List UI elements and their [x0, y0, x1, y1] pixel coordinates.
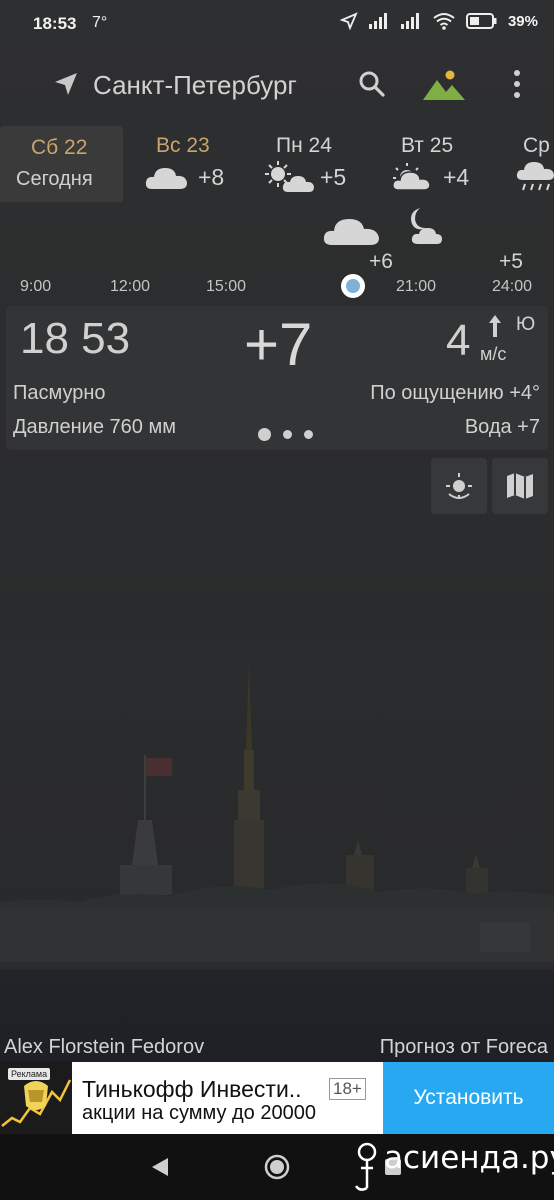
search-icon[interactable] — [356, 68, 388, 100]
day-name: Вс 23 — [156, 134, 210, 157]
signal-icon — [400, 13, 419, 29]
status-time: 18:53 — [33, 14, 77, 33]
current-temp: +7 — [244, 311, 313, 378]
hour-label: 24:00 — [492, 278, 533, 295]
install-button[interactable]: Установить — [383, 1062, 554, 1134]
ad-banner[interactable]: Реклама Тинькофф Инвести.. 18+ акции на … — [0, 1062, 554, 1134]
ad-label: Реклама — [8, 1068, 51, 1080]
day-today-label: Сегодня — [16, 168, 93, 190]
background-photo — [0, 640, 554, 1032]
hour-label: 21:00 — [396, 278, 437, 295]
back-icon[interactable] — [150, 1156, 170, 1178]
hour-label: 15:00 — [206, 278, 247, 295]
wind-direction: Ю — [516, 314, 536, 335]
day-name: Ср — [523, 134, 550, 157]
page-dot-active — [258, 428, 271, 441]
scenery-icon[interactable] — [421, 66, 467, 102]
day-temp: +8 — [198, 164, 225, 190]
day-name: Вт 25 — [401, 134, 454, 157]
forecast-source[interactable]: Прогноз от Foreca — [380, 1036, 548, 1059]
pressure: Давление 760 мм — [13, 416, 176, 438]
hour-temp: +5 — [499, 250, 523, 273]
day-tab[interactable]: Ср — [505, 126, 554, 202]
status-bar: 18:53 7° 39% — [0, 0, 554, 52]
current-time: 18 53 — [20, 314, 131, 363]
signal-icon — [368, 13, 387, 29]
hour-temp: +6 — [369, 250, 393, 273]
toolbar: Санкт-Петербург — [0, 58, 554, 112]
day-tabs: Сб 22 Сегодня Вс 23 +8 Пн 24 +5 Вт 25 +4… — [0, 126, 554, 202]
sun-moon-button[interactable] — [431, 458, 487, 514]
page-indicator — [258, 428, 313, 441]
day-name: Пн 24 — [276, 134, 332, 157]
wifi-icon — [433, 13, 455, 30]
sun-cloud-icon — [392, 163, 431, 191]
day-temp: +5 — [320, 164, 347, 190]
watermark-logo-icon — [354, 1142, 377, 1191]
wind-speed: 4 — [446, 316, 471, 365]
photo-credit[interactable]: Alex Florstein Fedorov — [4, 1036, 204, 1059]
cloud-icon — [145, 168, 187, 189]
status-temp: 7° — [92, 14, 108, 31]
current-time-marker[interactable] — [341, 274, 365, 298]
battery-icon — [465, 13, 497, 29]
city-name[interactable]: Санкт-Петербург — [93, 70, 297, 101]
ad-title: Тинькофф Инвести.. — [82, 1076, 302, 1102]
feels-like: По ощущению +4° — [370, 382, 540, 404]
day-name: Сб 22 — [31, 136, 88, 159]
sun-orbit-icon — [446, 473, 472, 499]
day-tab[interactable]: Вс 23 +8 — [140, 126, 240, 202]
day-tab[interactable]: Пн 24 +5 — [258, 126, 363, 202]
location-arrow-icon — [339, 12, 358, 30]
map-button[interactable] — [492, 458, 548, 514]
day-tab[interactable]: Вт 25 +4 — [385, 126, 485, 202]
hour-label: 9:00 — [20, 278, 52, 295]
current-weather-card[interactable]: 18 53 +7 4 Ю м/с Пасмурно По ощущению +4… — [6, 306, 548, 450]
day-tab-today[interactable]: Сб 22 Сегодня — [0, 126, 123, 202]
water-temp: Вода +7 — [464, 416, 540, 438]
rain-cloud-icon — [516, 162, 554, 191]
hour-label: 12:00 — [110, 278, 151, 295]
wind-arrow-icon — [489, 315, 501, 337]
map-icon — [507, 473, 533, 499]
home-icon[interactable] — [264, 1154, 290, 1180]
ad-subtitle: акции на сумму до 20000 — [82, 1102, 316, 1124]
page-dot — [283, 430, 292, 439]
ad-logo: Реклама — [0, 1062, 72, 1134]
wind-unit: м/с — [480, 344, 507, 364]
day-temp: +4 — [443, 164, 470, 190]
sun-cloud-icon — [265, 161, 314, 192]
battery-percent: 39% — [507, 12, 538, 30]
page-dot — [304, 430, 313, 439]
hourly-timeline[interactable]: +6 +5 9:00 12:00 15:00 21:00 24:00 — [0, 202, 554, 302]
cloud-icon — [323, 219, 379, 245]
condition-text: Пасмурно — [13, 382, 106, 404]
ad-age-rating: 18+ — [329, 1078, 366, 1100]
watermark: асиенда.ру — [384, 1140, 554, 1176]
more-vert-icon[interactable] — [503, 68, 531, 102]
location-arrow-icon[interactable] — [52, 70, 80, 98]
status-icons: 39% — [339, 12, 538, 30]
moon-cloud-icon — [411, 208, 442, 244]
